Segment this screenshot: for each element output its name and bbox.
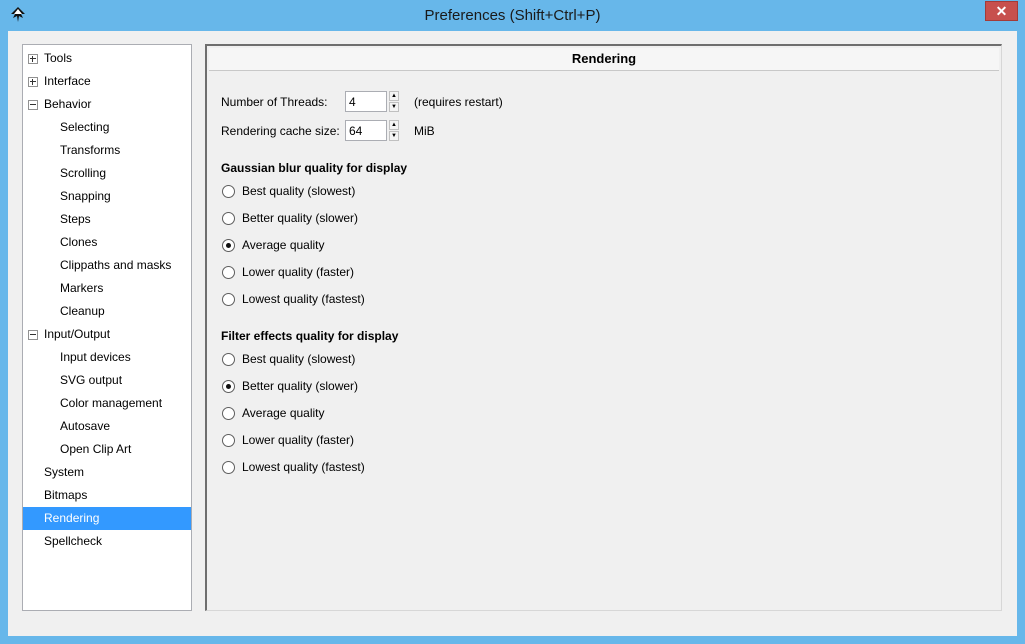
radio-label: Average quality <box>242 406 325 420</box>
tree-item-label: Input/Output <box>44 327 111 341</box>
tree-item-open-clip-art[interactable]: Open Clip Art <box>23 438 191 461</box>
tree-item-label: System <box>44 465 85 479</box>
tree-item-label: Selecting <box>60 120 110 134</box>
tree-item-label: Scrolling <box>60 166 107 180</box>
cache-size-unit: MiB <box>414 124 435 138</box>
radio-label: Best quality (slowest) <box>242 184 356 198</box>
radio-label: Best quality (slowest) <box>242 352 356 366</box>
expand-icon[interactable] <box>28 77 38 87</box>
tree-item-behavior[interactable]: Behavior <box>23 93 191 116</box>
radio-label: Average quality <box>242 238 325 252</box>
collapse-icon[interactable] <box>28 330 38 340</box>
tree-item-label: Autosave <box>60 419 111 433</box>
rendering-panel: Rendering Number of Threads: ▲ ▼ (requir… <box>205 44 1002 611</box>
tree-item-label: Input devices <box>60 350 131 364</box>
tree-item-label: Bitmaps <box>44 488 88 502</box>
radio-button[interactable] <box>222 293 235 306</box>
window-title: Preferences (Shift+Ctrl+P) <box>424 7 601 24</box>
close-button[interactable]: ✕ <box>985 1 1018 21</box>
filter-effects-title: Filter effects quality for display <box>221 329 399 343</box>
tree-item-label: Cleanup <box>60 304 105 318</box>
tree-item-label: Transforms <box>60 143 121 157</box>
threads-note: (requires restart) <box>414 95 503 109</box>
tree-item-scrolling[interactable]: Scrolling <box>23 162 191 185</box>
tree-item-label: Snapping <box>60 189 111 203</box>
expand-icon[interactable] <box>28 54 38 64</box>
collapse-icon[interactable] <box>28 100 38 110</box>
radio-label: Lowest quality (fastest) <box>242 292 365 306</box>
tree-item-clones[interactable]: Clones <box>23 231 191 254</box>
tree-item-svg-output[interactable]: SVG output <box>23 369 191 392</box>
tree-item-cleanup[interactable]: Cleanup <box>23 300 191 323</box>
tree-item-label: SVG output <box>60 373 123 387</box>
threads-input[interactable] <box>349 94 383 109</box>
threads-spinbox[interactable] <box>345 91 387 112</box>
tree-item-transforms[interactable]: Transforms <box>23 139 191 162</box>
tree-item-label: Spellcheck <box>44 534 103 548</box>
tree-item-label: Steps <box>60 212 91 226</box>
tree-item-label: Open Clip Art <box>60 442 132 456</box>
radio-label: Lower quality (faster) <box>242 265 355 279</box>
radio-button[interactable] <box>222 266 235 279</box>
tree-item-label: Color management <box>60 396 163 410</box>
panel-header: Rendering <box>209 48 999 71</box>
radio-label: Lowest quality (fastest) <box>242 460 365 474</box>
tree-item-clippaths-and-masks[interactable]: Clippaths and masks <box>23 254 191 277</box>
preferences-tree: Tools Interface Behavior Selecting Trans… <box>22 44 192 611</box>
tree-item-label: Tools <box>44 51 73 65</box>
radio-button[interactable] <box>222 239 235 252</box>
radio-button[interactable] <box>222 212 235 225</box>
radio-button[interactable] <box>222 185 235 198</box>
tree-item-color-management[interactable]: Color management <box>23 392 191 415</box>
spin-up-icon[interactable]: ▲ <box>389 91 399 101</box>
tree-item-system[interactable]: System <box>23 461 191 484</box>
cache-size-spinbox[interactable] <box>345 120 387 141</box>
title-bar: Preferences (Shift+Ctrl+P) ✕ <box>0 0 1025 31</box>
radio-button[interactable] <box>222 407 235 420</box>
tree-item-bitmaps[interactable]: Bitmaps <box>23 484 191 507</box>
radio-button[interactable] <box>222 380 235 393</box>
tree-item-input-output[interactable]: Input/Output <box>23 323 191 346</box>
radio-button[interactable] <box>222 461 235 474</box>
tree-item-rendering[interactable]: Rendering <box>23 507 191 530</box>
tree-item-selecting[interactable]: Selecting <box>23 116 191 139</box>
tree-item-label: Clones <box>60 235 98 249</box>
threads-label: Number of Threads: <box>221 95 328 109</box>
tree-item-markers[interactable]: Markers <box>23 277 191 300</box>
spin-up-icon[interactable]: ▲ <box>389 120 399 130</box>
tree-item-label: Behavior <box>44 97 92 111</box>
spin-down-icon[interactable]: ▼ <box>389 131 399 141</box>
tree-item-tools[interactable]: Tools <box>23 47 191 70</box>
radio-label: Better quality (slower) <box>242 379 359 393</box>
radio-label: Better quality (slower) <box>242 211 359 225</box>
cache-size-label: Rendering cache size: <box>221 124 340 138</box>
radio-button[interactable] <box>222 353 235 366</box>
tree-item-input-devices[interactable]: Input devices <box>23 346 191 369</box>
radio-label: Lower quality (faster) <box>242 433 355 447</box>
tree-item-interface[interactable]: Interface <box>23 70 191 93</box>
tree-item-snapping[interactable]: Snapping <box>23 185 191 208</box>
radio-button[interactable] <box>222 434 235 447</box>
tree-item-spellcheck[interactable]: Spellcheck <box>23 530 191 553</box>
tree-item-label: Markers <box>60 281 104 295</box>
tree-item-label: Clippaths and masks <box>60 258 172 272</box>
cache-size-input[interactable] <box>349 123 383 138</box>
threads-spin-buttons: ▲ ▼ <box>389 91 399 112</box>
tree-item-label: Rendering <box>44 511 100 525</box>
gaussian-blur-title: Gaussian blur quality for display <box>221 161 408 175</box>
spin-down-icon[interactable]: ▼ <box>389 102 399 112</box>
cache-spin-buttons: ▲ ▼ <box>389 120 399 141</box>
tree-item-autosave[interactable]: Autosave <box>23 415 191 438</box>
tree-item-label: Interface <box>44 74 91 88</box>
preferences-dialog: Tools Interface Behavior Selecting Trans… <box>8 31 1017 636</box>
tree-item-steps[interactable]: Steps <box>23 208 191 231</box>
